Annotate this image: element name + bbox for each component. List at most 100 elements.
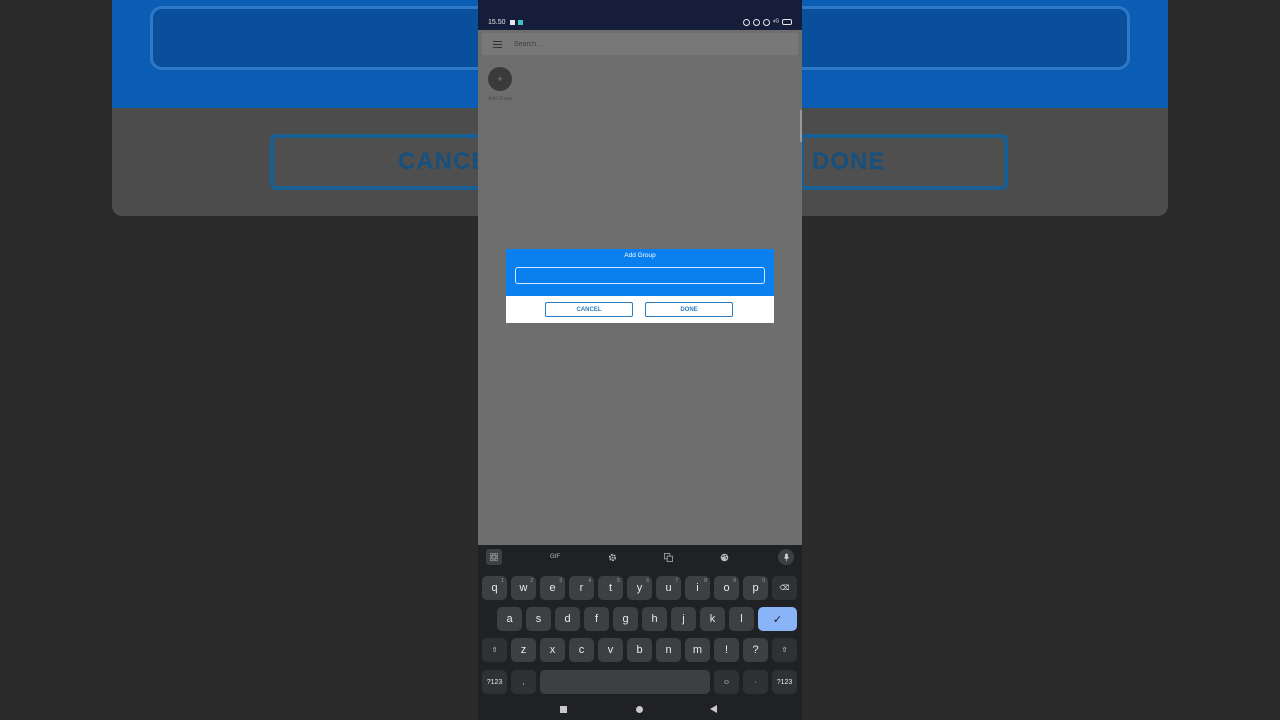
symbols-key-left[interactable]: ?123 [482,670,507,694]
do-not-disturb-icon [752,18,760,26]
key-j-label: j [682,613,685,625]
key-z[interactable]: z [511,638,536,662]
key-y-label: y [636,582,643,594]
menu-icon[interactable] [486,33,508,55]
key-h-label: h [651,613,658,625]
scrollbar[interactable] [800,110,802,142]
status-bar: 15.50 ⁴ᴳ [478,14,802,30]
palette-icon[interactable] [716,549,732,565]
key-l[interactable]: l [729,607,754,631]
shift-key-left[interactable]: ⇧ [482,638,507,662]
key-exclamation[interactable]: ! [714,638,739,662]
key-v-label: v [607,644,614,656]
key-o[interactable]: o9 [714,576,739,600]
key-o-hint: 9 [733,578,736,584]
key-g[interactable]: g [613,607,638,631]
key-w-label: w [519,582,528,594]
space-bar[interactable] [540,670,710,694]
mic-icon[interactable] [778,549,794,565]
add-group-label: Add Group [487,96,513,102]
alarm-icon [762,18,770,26]
key-w[interactable]: w2 [511,576,536,600]
gear-icon[interactable] [604,549,620,565]
gif-button[interactable]: GIF [545,549,565,565]
shift-key-right[interactable]: ⇧ [772,638,797,662]
key-m-label: m [692,644,703,656]
key-c[interactable]: c [569,638,594,662]
status-time: 15.50 [488,18,506,26]
period-key[interactable]: · [743,670,768,694]
enter-key-label: ✓ [772,613,783,626]
key-x[interactable]: x [540,638,565,662]
emoji-icon[interactable]: ☺ [714,670,739,694]
key-t[interactable]: t5 [598,576,623,600]
key-p[interactable]: p0 [743,576,768,600]
key-a[interactable]: a [497,607,522,631]
key-c-label: c [578,644,585,656]
key-s[interactable]: s [526,607,551,631]
cancel-button[interactable]: CANCEL [545,302,633,317]
key-j[interactable]: j [671,607,696,631]
key-i[interactable]: i8 [685,576,710,600]
recents-icon[interactable] [560,706,567,713]
notification-icon [509,19,515,25]
network-indicator: ⁴ᴳ [772,18,779,26]
key-n-label: n [665,644,672,656]
key-t-label: t [608,582,613,594]
back-icon[interactable] [710,705,717,713]
home-icon[interactable] [636,706,643,713]
search-input[interactable] [514,40,774,48]
key-d[interactable]: d [555,607,580,631]
key-i-label: i [696,582,699,594]
battery-icon [782,19,792,25]
keyboard-toolbar: GIF [478,549,802,565]
key-f[interactable]: f [584,607,609,631]
enter-key[interactable]: ✓ [758,607,797,631]
comma-key[interactable]: , [511,670,536,694]
key-x-label: x [549,644,556,656]
key-m[interactable]: m [685,638,710,662]
key-r[interactable]: r4 [569,576,594,600]
key-a-label: a [506,613,513,625]
key-exclamation-label: ! [724,644,729,656]
key-k[interactable]: k [700,607,725,631]
key-e-hint: 3 [559,578,562,584]
key-question[interactable]: ? [743,638,768,662]
backspace-key[interactable]: ⌫ [772,576,797,600]
period-key-label: · [754,678,757,686]
add-group-tile[interactable]: + Add Group [485,67,515,102]
comma-key-label: , [522,678,525,686]
done-button[interactable]: DONE [645,302,733,317]
key-g-label: g [622,613,629,625]
key-n[interactable]: n [656,638,681,662]
key-u[interactable]: u7 [656,576,681,600]
key-b[interactable]: b [627,638,652,662]
key-h[interactable]: h [642,607,667,631]
key-k-label: k [709,613,716,625]
key-d-label: d [564,613,571,625]
key-v[interactable]: v [598,638,623,662]
bg-done-button: DONE [800,134,1008,190]
dialog-actions: CANCEL DONE [506,296,774,323]
key-y[interactable]: y6 [627,576,652,600]
keyboard: GIF q 1 w 2 e 3 r 4 t 5 y 6 u 7 i 8 o 9 p 0 ⌫ a s d f g h j k l ✓ ⇧ z x c v… [478,545,802,720]
plus-icon[interactable]: + [488,67,512,91]
group-name-input[interactable] [515,267,765,284]
eye-icon [742,18,750,26]
app-notification-icon [517,19,523,25]
key-s-label: s [535,613,542,625]
emoji-icon-label: ☺ [722,678,731,686]
key-w-hint: 2 [530,578,533,584]
key-p-hint: 0 [762,578,765,584]
translate-icon[interactable] [660,549,676,565]
shift-key-right-label: ⇧ [781,647,788,654]
symbols-key-left-label: ?123 [486,678,503,686]
key-e[interactable]: e3 [540,576,565,600]
key-question-label: ? [752,644,759,656]
symbols-key-right[interactable]: ?123 [772,670,797,694]
status-icons: ⁴ᴳ [742,18,792,26]
key-u-label: u [665,582,672,594]
key-q[interactable]: q1 [482,576,507,600]
apps-grid-icon[interactable] [486,549,502,565]
key-u-hint: 7 [675,578,678,584]
